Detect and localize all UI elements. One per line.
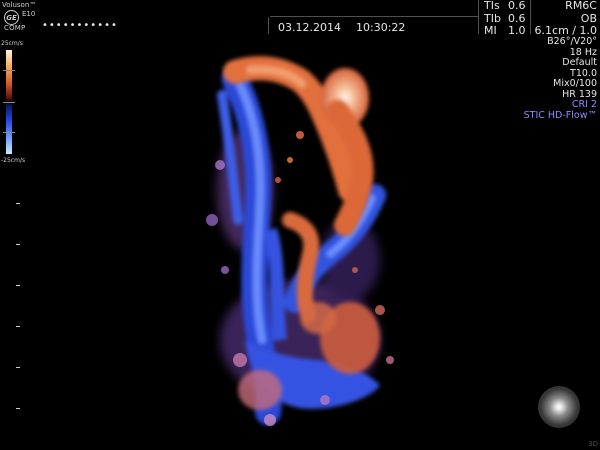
mode-param: Default [562, 57, 597, 68]
model-label: E10 [22, 10, 36, 18]
header-line [270, 16, 478, 17]
brand-label: Voluson™ [2, 1, 37, 9]
header-divider [478, 0, 479, 34]
header-divider [530, 0, 531, 34]
index-row: MI 1.0 [484, 24, 526, 38]
index-label: TIs [484, 0, 500, 12]
index-label: TIb [484, 11, 501, 25]
depth-tick [16, 203, 20, 204]
cri-param: CRI 2 [571, 99, 597, 110]
scale-min-label: -25cm/s [1, 157, 26, 164]
header-bar: Voluson™ GE E10 COMP ••••••••••• 03.12.2… [0, 0, 600, 37]
light-source-icon[interactable] [538, 386, 580, 428]
scale-max-label: 25cm/s [1, 40, 23, 47]
comp-label: COMP [4, 24, 26, 32]
header-divider [268, 17, 269, 34]
ge-logo-icon: GE [4, 10, 19, 25]
depth-tick [16, 326, 20, 327]
3d-mode-label: 3D [588, 440, 598, 448]
vessel-rendering [206, 56, 394, 426]
patient-id: ••••••••••• [42, 20, 118, 31]
probe-name: RM6C [565, 0, 597, 12]
depth-tick [16, 408, 20, 409]
stic-param: STIC HD-Flow™ [523, 109, 597, 121]
probe-info: RM6C OB 6.1cm / 1.0 [535, 0, 597, 38]
colorbar-marker [3, 132, 15, 133]
acquisition-params: B26°/V20° 18 Hz Default T10.0 Mix0/100 H… [523, 36, 597, 121]
depth-tick [16, 244, 20, 245]
angle-param: B26°/V20° [547, 36, 597, 47]
exam-time: 10:30:22 [356, 21, 406, 34]
index-value: 1.0 [508, 24, 526, 37]
depth-tick [16, 285, 20, 286]
colorbar-marker [3, 70, 15, 71]
index-label: MI [484, 24, 497, 37]
colorbar-marker [3, 102, 15, 103]
exam-date: 03.12.2014 [278, 21, 341, 34]
index-value: 0.6 [508, 0, 526, 12]
mix-param: Mix0/100 [553, 78, 597, 89]
flow-render-view[interactable] [150, 40, 480, 440]
safety-indices: TIs 0.6 TIb 0.6 MI 1.0 [484, 0, 526, 38]
depth-tick [16, 367, 20, 368]
